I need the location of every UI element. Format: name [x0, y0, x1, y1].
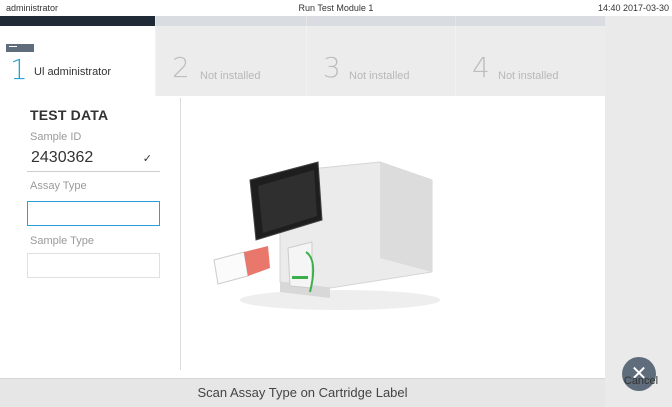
instrument-shadow	[240, 290, 440, 310]
instrument-door	[287, 241, 313, 289]
tab-number: 1	[10, 53, 28, 86]
module-1-status-segment	[0, 16, 155, 26]
status-light	[292, 276, 308, 279]
sample-type-label: Sample Type	[30, 235, 95, 247]
cartridge	[213, 251, 249, 285]
sample-id-field[interactable]: 2430362 ✓	[27, 147, 160, 172]
tab-label: Not installed	[349, 70, 410, 82]
module-2-status-segment	[156, 16, 306, 26]
sample-type-field[interactable]	[27, 253, 160, 278]
sample-id-label: Sample ID	[30, 131, 82, 143]
scan-beam	[244, 246, 270, 276]
instrument-illustration	[213, 161, 440, 310]
tab-label: Not installed	[498, 70, 559, 82]
assay-type-label: Assay Type	[30, 180, 87, 192]
clock: 14:40 2017-03-30	[597, 3, 669, 13]
tab-module-1[interactable]: 1 Ul administrator	[0, 26, 155, 96]
window-title: Run Test Module 1	[298, 3, 374, 13]
tab-module-3[interactable]: 3 Not installed	[307, 26, 455, 96]
module-status-strip	[0, 16, 605, 26]
tab-number: 4	[472, 51, 490, 84]
tab-number: 2	[172, 51, 190, 84]
sample-id-value: 2430362	[31, 149, 94, 166]
cancel-label[interactable]: Cancel	[618, 375, 664, 387]
tab-number: 3	[323, 51, 341, 84]
module-4-status-segment	[456, 16, 605, 26]
action-panel	[605, 16, 672, 407]
tab-label: Ul administrator	[34, 66, 112, 78]
test-data-title: TEST DATA	[30, 107, 109, 123]
status-bar: Scan Assay Type on Cartridge Label	[0, 378, 605, 407]
assay-type-field[interactable]	[27, 201, 160, 226]
panel-divider	[180, 98, 181, 370]
status-message: Scan Assay Type on Cartridge Label	[197, 385, 408, 400]
check-icon: ✓	[142, 153, 152, 165]
tab-module-4[interactable]: 4 Not installed	[456, 26, 605, 96]
instrument-side	[380, 162, 432, 272]
module-3-status-segment	[307, 16, 455, 26]
tab-module-2[interactable]: 2 Not installed	[156, 26, 306, 96]
tab-label: Not installed	[200, 70, 261, 82]
menu-lines-icon	[9, 46, 17, 48]
title-bar: administrator Run Test Module 1 14:40 20…	[0, 0, 672, 16]
